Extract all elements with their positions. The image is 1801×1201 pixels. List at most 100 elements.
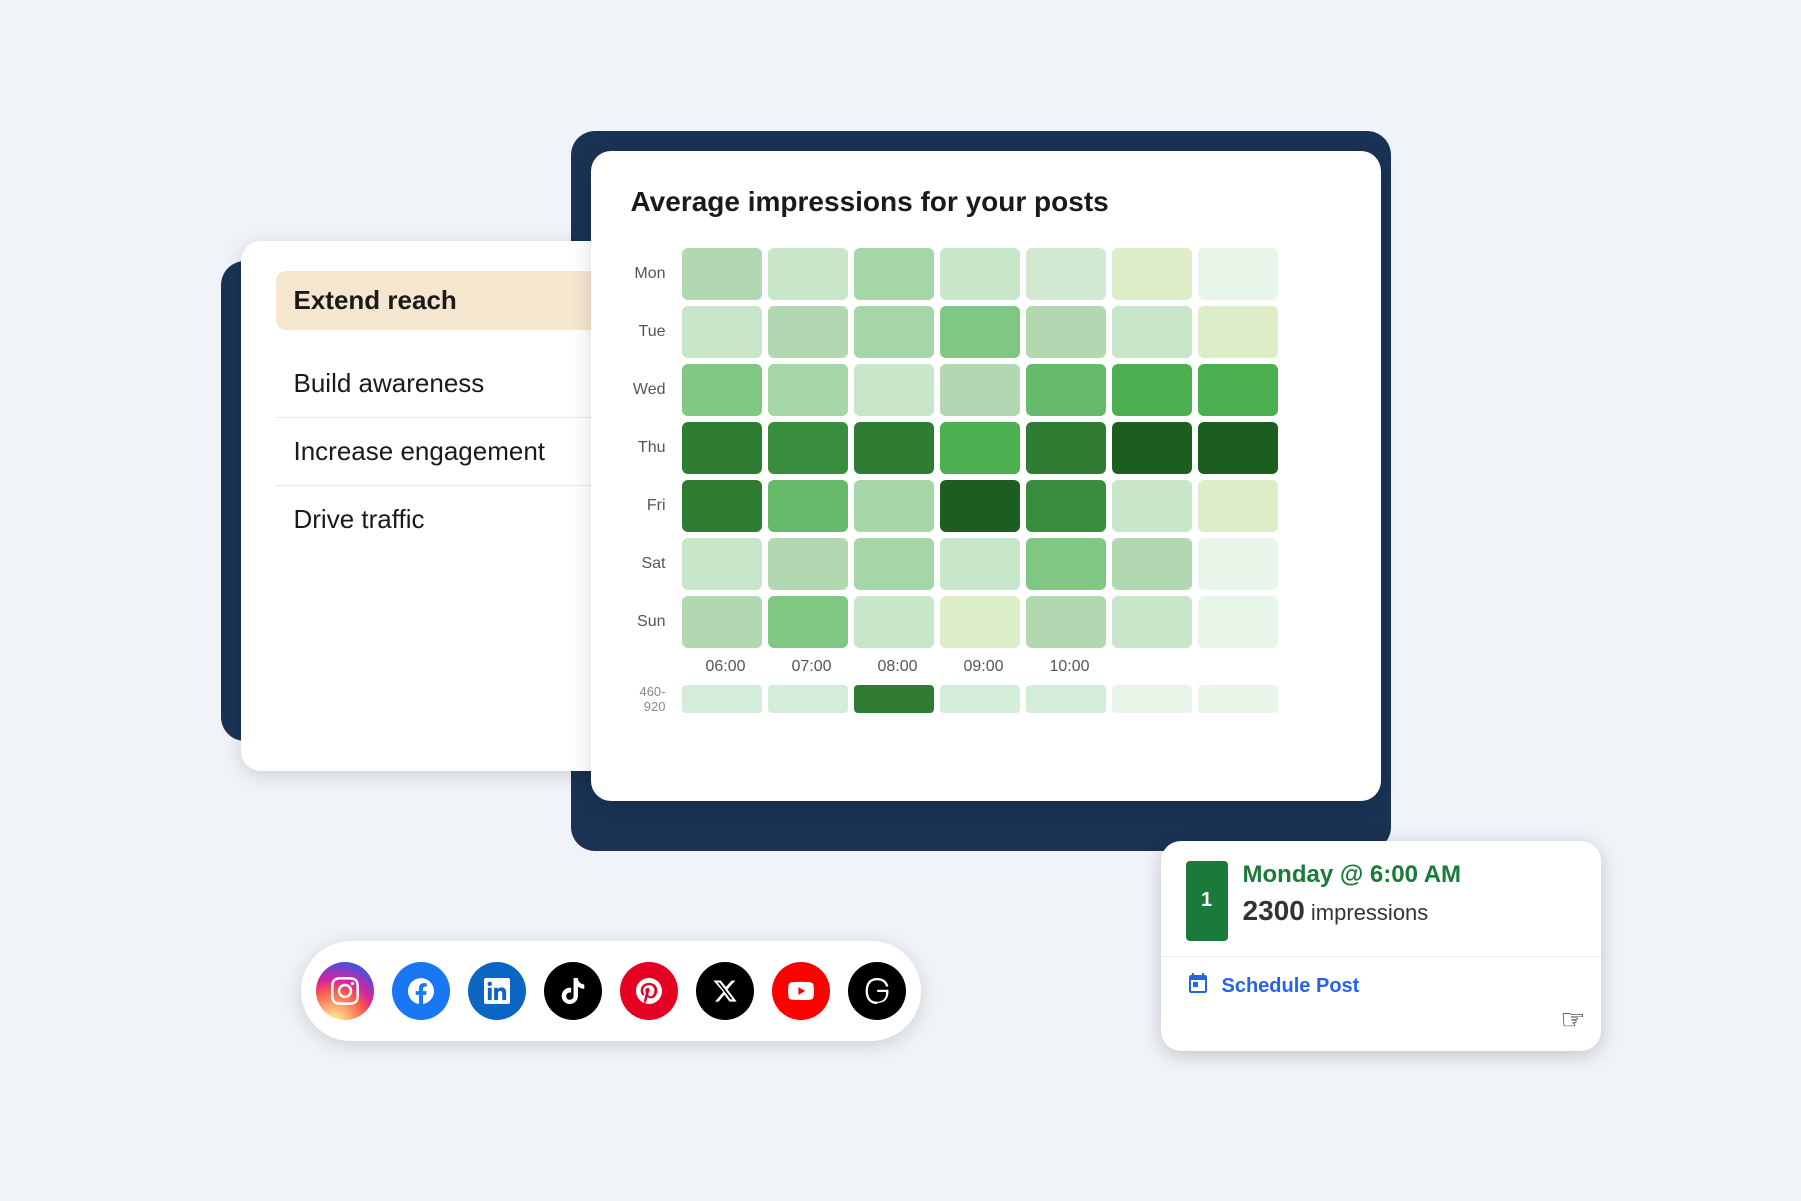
heatmap-cell[interactable]: [1112, 596, 1192, 648]
heatmap-cell[interactable]: [1026, 306, 1106, 358]
heatmap-row-fri: Fri: [631, 480, 1341, 532]
heatmap-cell[interactable]: [1026, 480, 1106, 532]
hour-label: 07:00: [772, 658, 852, 676]
hour-label: 10:00: [1030, 658, 1110, 676]
heatmap-cell[interactable]: [768, 364, 848, 416]
heatmap-cell[interactable]: [682, 480, 762, 532]
social-card: [301, 941, 921, 1041]
heatmap-cell[interactable]: [1026, 596, 1106, 648]
hour-label: 09:00: [944, 658, 1024, 676]
range-bar-cell: [682, 685, 762, 713]
heatmap-cell[interactable]: [854, 248, 934, 300]
heatmap-cell[interactable]: [682, 422, 762, 474]
hour-label: 08:00: [858, 658, 938, 676]
day-label-tue: Tue: [631, 323, 676, 341]
tooltip-impressions: 2300 impressions: [1243, 895, 1576, 927]
heatmap-row-tue: Tue: [631, 306, 1341, 358]
range-bar-cell: [854, 685, 934, 713]
heatmap-cell[interactable]: [682, 596, 762, 648]
tiktok-icon[interactable]: [544, 962, 602, 1020]
heatmap-cell[interactable]: [682, 538, 762, 590]
heatmap-row-sun: Sun: [631, 596, 1341, 648]
youtube-icon[interactable]: [772, 962, 830, 1020]
range-bar-cell: [768, 685, 848, 713]
tooltip-card: 1 Monday @ 6:00 AM 2300 impressions Sche…: [1161, 841, 1601, 1051]
menu-item-awareness-label: Build awareness: [294, 368, 485, 398]
heatmap-cell[interactable]: [1112, 538, 1192, 590]
range-bar-cell: [1112, 685, 1192, 713]
heatmap-cell[interactable]: [1198, 596, 1278, 648]
heatmap-cell[interactable]: [768, 480, 848, 532]
linkedin-icon[interactable]: [468, 962, 526, 1020]
heatmap-cell[interactable]: [854, 364, 934, 416]
pinterest-icon[interactable]: [620, 962, 678, 1020]
heatmap-cell[interactable]: [854, 480, 934, 532]
heatmap: Mon Tue Wed Thu Fri Sat Sun: [631, 248, 1341, 648]
heatmap-cell[interactable]: [1198, 364, 1278, 416]
heatmap-cell[interactable]: [682, 306, 762, 358]
heatmap-cell[interactable]: [768, 596, 848, 648]
hour-label: 06:00: [686, 658, 766, 676]
heatmap-cell[interactable]: [1198, 306, 1278, 358]
tooltip-info: Monday @ 6:00 AM 2300 impressions: [1243, 861, 1576, 927]
heatmap-cell[interactable]: [682, 248, 762, 300]
heatmap-cell[interactable]: [854, 538, 934, 590]
heatmap-cell[interactable]: [1112, 480, 1192, 532]
menu-title: Extend reach: [294, 285, 457, 315]
day-label-thu: Thu: [631, 439, 676, 457]
hour-label: [1116, 658, 1196, 676]
tooltip-bottom[interactable]: Schedule Post: [1161, 957, 1601, 1017]
heatmap-cell[interactable]: [1198, 538, 1278, 590]
heatmap-cell[interactable]: [940, 364, 1020, 416]
heatmap-cell[interactable]: [1112, 364, 1192, 416]
heatmap-cell[interactable]: [940, 422, 1020, 474]
heatmap-cell[interactable]: [940, 306, 1020, 358]
facebook-icon[interactable]: [392, 962, 450, 1020]
heatmap-cell[interactable]: [854, 422, 934, 474]
heatmap-cell[interactable]: [940, 538, 1020, 590]
heatmap-cell[interactable]: [682, 364, 762, 416]
day-label-wed: Wed: [631, 381, 676, 399]
heatmap-cell[interactable]: [1112, 422, 1192, 474]
x-icon[interactable]: [696, 962, 754, 1020]
tooltip-day: Monday @ 6:00 AM: [1243, 861, 1576, 889]
hour-label: [1202, 658, 1282, 676]
calendar-icon: [1186, 972, 1210, 1002]
menu-item-highlighted[interactable]: Extend reach: [276, 271, 626, 330]
heatmap-cell[interactable]: [940, 248, 1020, 300]
heatmap-row-mon: Mon: [631, 248, 1341, 300]
heatmap-cell[interactable]: [1026, 538, 1106, 590]
heatmap-row-thu: Thu: [631, 422, 1341, 474]
range-bar-cell: [940, 685, 1020, 713]
heatmap-cell[interactable]: [1026, 248, 1106, 300]
heatmap-cell[interactable]: [768, 306, 848, 358]
heatmap-cell[interactable]: [1112, 306, 1192, 358]
threads-icon[interactable]: [848, 962, 906, 1020]
heatmap-cell[interactable]: [1198, 480, 1278, 532]
chart-title: Average impressions for your posts: [631, 186, 1341, 218]
heatmap-cell[interactable]: [1026, 364, 1106, 416]
heatmap-cell[interactable]: [1026, 422, 1106, 474]
heatmap-cell[interactable]: [854, 306, 934, 358]
scene: Extend reach Build awareness Increase en…: [201, 101, 1601, 1101]
menu-item-engagement[interactable]: Increase engagement: [276, 418, 626, 486]
heatmap-cell[interactable]: [1198, 248, 1278, 300]
heatmap-cell[interactable]: [940, 596, 1020, 648]
menu-item-traffic[interactable]: Drive traffic: [276, 486, 626, 553]
menu-item-awareness[interactable]: Build awareness: [276, 350, 626, 418]
heatmap-cell[interactable]: [854, 596, 934, 648]
range-row: 460-920: [631, 684, 1341, 714]
chart-card: Average impressions for your posts Mon Tu…: [591, 151, 1381, 801]
range-label: 460-920: [631, 684, 676, 714]
heatmap-cell[interactable]: [768, 248, 848, 300]
heatmap-cell[interactable]: [768, 538, 848, 590]
day-label-sun: Sun: [631, 613, 676, 631]
hour-labels: 06:00 07:00 08:00 09:00 10:00: [631, 658, 1341, 676]
heatmap-cell[interactable]: [1198, 422, 1278, 474]
instagram-icon[interactable]: [316, 962, 374, 1020]
heatmap-cell[interactable]: [940, 480, 1020, 532]
heatmap-cell[interactable]: [1112, 248, 1192, 300]
heatmap-row-wed: Wed: [631, 364, 1341, 416]
heatmap-row-sat: Sat: [631, 538, 1341, 590]
heatmap-cell[interactable]: [768, 422, 848, 474]
